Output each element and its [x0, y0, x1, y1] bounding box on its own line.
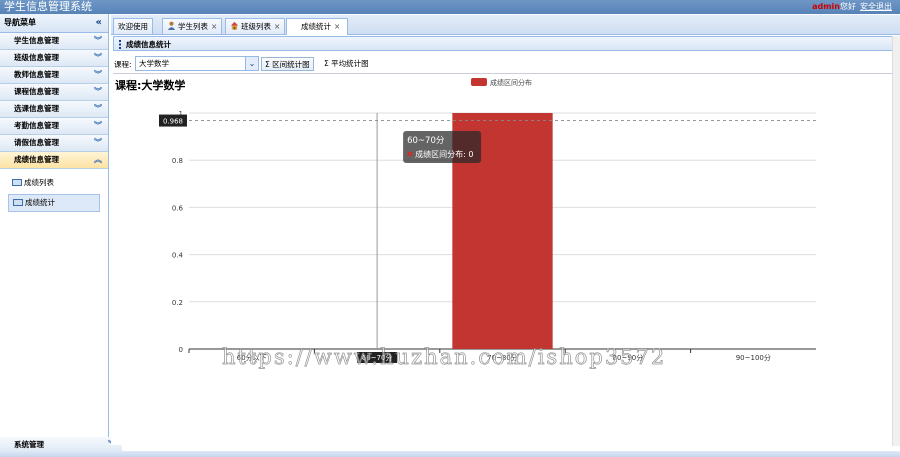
book-icon	[13, 199, 23, 206]
home-icon	[230, 21, 239, 30]
tooltip-text: 成绩区间分布: 0	[415, 149, 473, 159]
y-tick-label: 0.6	[172, 204, 184, 212]
sidebar-item-score-list[interactable]: 成绩列表	[8, 175, 98, 190]
sigma-icon: Σ	[265, 60, 270, 69]
panel-title: 成绩信息统计	[126, 40, 171, 49]
tab-welcome[interactable]: 欢迎使用	[113, 18, 153, 34]
scrollbar[interactable]	[892, 36, 900, 446]
chevron-up-icon: ︽	[94, 155, 102, 164]
sidebar: 导航菜单 « 学生信息管理 ︾ 班级信息管理 ︾ 教师信息管理 ︾ 课程信息管理 ︾ 选…	[0, 14, 122, 454]
sigma-icon: Σ	[324, 59, 329, 68]
chevron-down-icon: ︾	[94, 121, 102, 130]
y-tick-label: 0.8	[172, 157, 183, 165]
collapse-sidebar-icon[interactable]: «	[96, 14, 102, 32]
menu-teacher[interactable]: 教师信息管理 ︾	[0, 67, 108, 84]
tab-label: 班级列表	[241, 22, 271, 31]
score-submenu: 成绩列表 成绩统计	[0, 169, 108, 212]
sidebar-item-score-stats[interactable]: 成绩统计	[8, 194, 100, 212]
menu-score[interactable]: 成绩信息管理 ︽	[0, 152, 108, 169]
user-icon	[167, 21, 176, 30]
chevron-down-icon: ︾	[94, 53, 102, 62]
button-label: 区间统计图	[272, 60, 310, 69]
chart-area: 课程:大学数学 成绩区间分布 00.20.40.60.8160分以下60~70分…	[111, 75, 900, 445]
close-icon[interactable]: ×	[274, 22, 280, 31]
button-label: 平均统计图	[331, 59, 369, 68]
tab-label: 成绩统计	[301, 22, 331, 31]
y-pointer-label: 0.968	[163, 118, 183, 126]
watermark-text: https://www.huzhan.com/ishop3572	[222, 345, 667, 370]
toolbar: 课程: 大学数学 ⌄ Σ 区间统计图 Σ 平均统计图	[113, 54, 897, 74]
close-icon[interactable]: ×	[211, 22, 217, 31]
menu-label: 班级信息管理	[14, 53, 59, 62]
y-tick-label: 0.4	[172, 252, 184, 260]
tooltip-marker	[407, 151, 413, 157]
greeting-text: 您好	[840, 2, 856, 11]
nav-header: 导航菜单 «	[0, 14, 108, 33]
chevron-down-icon: ︾	[94, 104, 102, 113]
interval-chart-button[interactable]: Σ 区间统计图	[261, 57, 314, 71]
course-select[interactable]: 大学数学 ⌄	[135, 56, 259, 71]
menu-student[interactable]: 学生信息管理 ︾	[0, 33, 108, 50]
menu-class[interactable]: 班级信息管理 ︾	[0, 50, 108, 67]
menu-label: 成绩信息管理	[14, 155, 59, 164]
app-title: 学生信息管理系统	[4, 0, 92, 13]
menu-label: 教师信息管理	[14, 70, 59, 79]
top-bar: 学生信息管理系统 admin您好 安全退出	[0, 0, 900, 14]
user-greeting: admin您好	[812, 0, 856, 14]
menu-label: 考勤信息管理	[14, 121, 59, 130]
tab-class-list[interactable]: 班级列表 ×	[225, 18, 286, 34]
x-tick-label: 90~100分	[736, 353, 771, 362]
logout-link[interactable]: 安全退出	[860, 0, 892, 14]
chevron-down-icon: ︾	[94, 87, 102, 96]
panel-grip-icon	[119, 40, 121, 49]
tab-label: 欢迎使用	[118, 22, 148, 31]
bottom-bar	[0, 451, 900, 457]
close-icon[interactable]: ×	[334, 22, 340, 31]
menu-leave[interactable]: 请假信息管理 ︾	[0, 135, 108, 152]
course-label: 课程:	[114, 60, 132, 69]
panel-header: 成绩信息统计	[113, 36, 897, 51]
bar-chart: 00.20.40.60.8160分以下60~70分70~80分80~90分90~…	[159, 110, 816, 363]
menu-course[interactable]: 课程信息管理 ︾	[0, 84, 108, 101]
menu-selection[interactable]: 选课信息管理 ︾	[0, 101, 108, 118]
user-name: admin	[812, 2, 840, 11]
tab-label: 学生列表	[178, 22, 208, 31]
course-select-value: 大学数学	[139, 59, 169, 68]
sidebar-item-label: 成绩统计	[25, 198, 55, 207]
book-icon	[12, 179, 22, 186]
menu-label: 选课信息管理	[14, 104, 59, 113]
chevron-down-icon: ︾	[94, 138, 102, 147]
tab-bar: 欢迎使用 学生列表 × 班级列表 × 成绩统计 ×	[111, 15, 900, 35]
menu-label: 课程信息管理	[14, 87, 59, 96]
tooltip-title: 60~70分	[407, 136, 445, 146]
nav-title: 导航菜单	[4, 18, 36, 27]
y-tick-label: 0	[179, 346, 183, 354]
menu-attendance[interactable]: 考勤信息管理 ︾	[0, 118, 108, 135]
chevron-down-icon: ︾	[94, 70, 102, 79]
tab-score-stats[interactable]: 成绩统计 ×	[286, 18, 348, 35]
average-chart-button[interactable]: Σ 平均统计图	[321, 57, 372, 71]
menu-label: 系统管理	[14, 440, 44, 449]
chevron-down-icon[interactable]: ⌄	[245, 57, 258, 70]
tab-student-list[interactable]: 学生列表 ×	[162, 18, 223, 34]
menu-label: 学生信息管理	[14, 36, 59, 45]
chevron-down-icon: ︾	[94, 36, 102, 45]
y-tick-label: 0.2	[172, 299, 183, 307]
sidebar-item-label: 成绩列表	[24, 178, 54, 187]
menu-label: 请假信息管理	[14, 138, 59, 147]
